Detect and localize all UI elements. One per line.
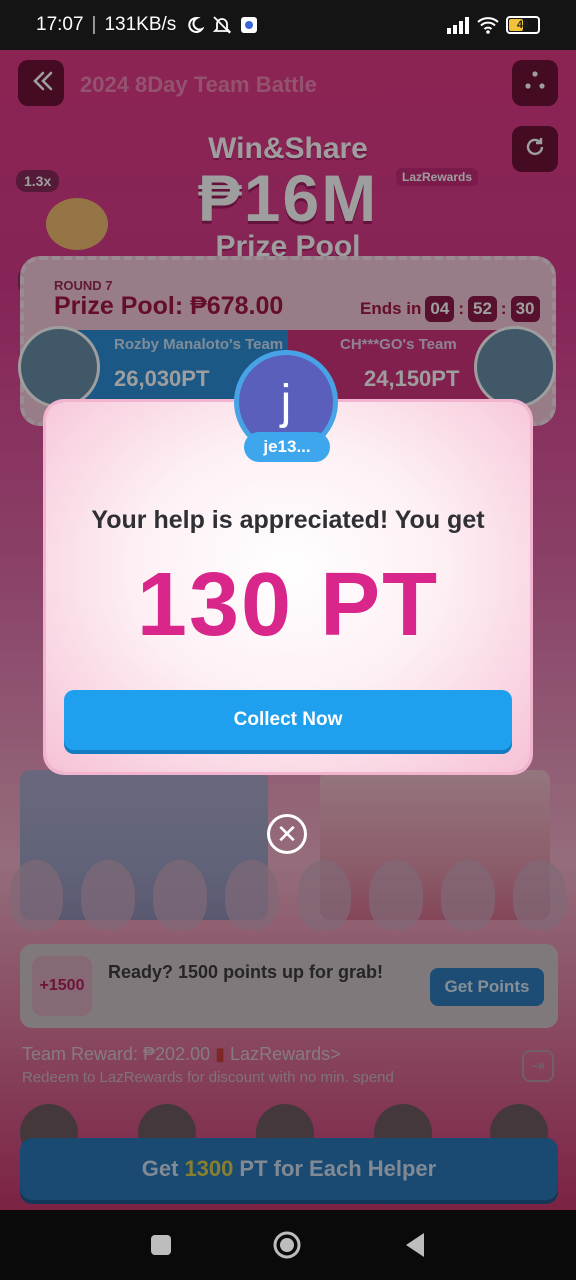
triangle-back-icon — [404, 1233, 426, 1262]
system-nav-bar — [0, 1210, 576, 1280]
reward-modal: j je13... Your help is appreciated! You … — [46, 350, 530, 772]
battery-level: 48 — [516, 19, 530, 31]
recent-apps-button[interactable] — [150, 1234, 172, 1261]
status-time: 17:07 — [36, 14, 84, 35]
moon-icon — [184, 16, 206, 34]
bell-off-icon — [212, 16, 232, 34]
app-screen: 2024 8Day Team Battle Win&Share ₱16M Pri… — [0, 50, 576, 1210]
wifi-icon — [476, 16, 499, 34]
home-circle-icon — [272, 1231, 302, 1264]
helper-username: je13... — [244, 432, 330, 462]
modal-message: Your help is appreciated! You get — [91, 506, 485, 534]
signal-icon — [446, 16, 469, 34]
app-notification-icon — [240, 16, 260, 34]
status-divider: | — [91, 14, 97, 35]
status-net-speed: 131KB/s — [104, 14, 177, 35]
modal-points: 130 PT — [136, 555, 440, 655]
battery-icon: 48 — [506, 16, 540, 34]
square-icon — [150, 1235, 172, 1260]
close-circle-icon: ✕ — [276, 818, 298, 849]
avatar-letter: j — [280, 375, 292, 429]
status-bar: 17:07 | 131KB/s 48 — [0, 0, 576, 50]
home-button[interactable] — [272, 1230, 302, 1265]
back-nav-button[interactable] — [404, 1232, 426, 1263]
collect-now-button[interactable]: Collect Now — [64, 690, 512, 750]
close-modal-button[interactable]: ✕ — [267, 814, 307, 854]
